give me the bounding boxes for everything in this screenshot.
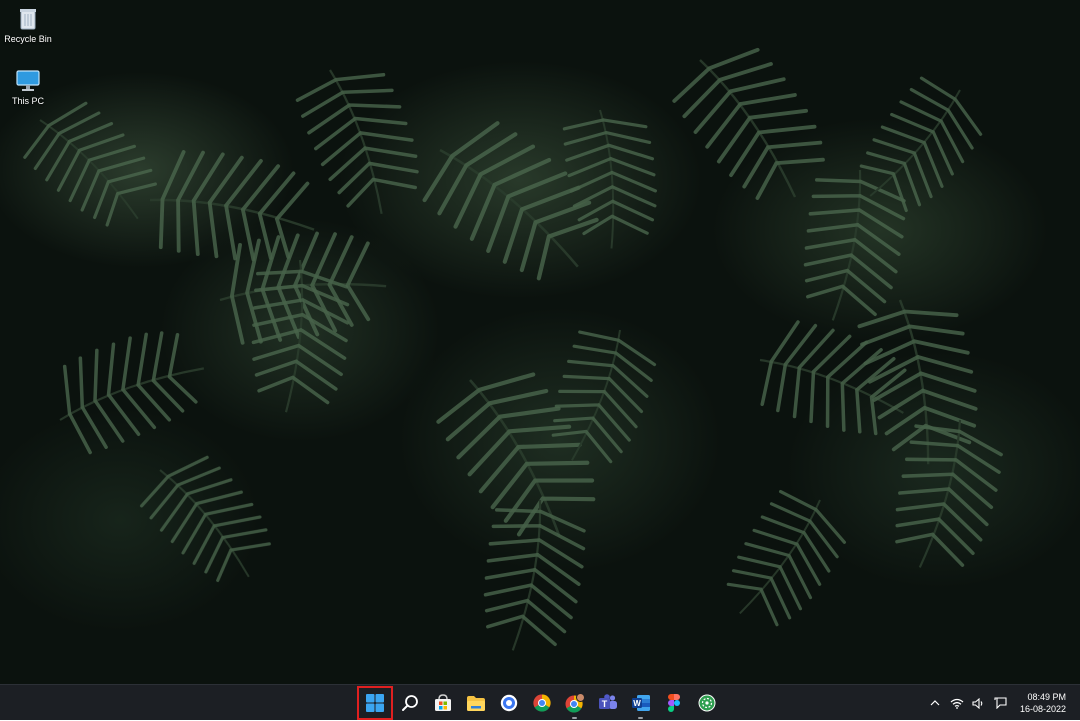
signal-icon (500, 694, 517, 712)
store-icon (434, 694, 451, 711)
desktop-wallpaper: Recycle Bin This PC (0, 0, 1080, 684)
figma-button[interactable] (657, 687, 690, 720)
speaker-icon (972, 697, 983, 709)
palm-fronds-wallpaper (11, 25, 1028, 666)
green-app-icon (698, 694, 715, 712)
svg-text:W: W (633, 699, 641, 708)
volume-button[interactable] (970, 694, 988, 712)
search-icon (401, 695, 418, 711)
show-hidden-icons-button[interactable] (926, 694, 944, 712)
chrome-button[interactable] (525, 687, 558, 720)
svg-text:T: T (601, 699, 607, 709)
this-pc-icon (16, 70, 40, 91)
this-pc-label: This PC (11, 96, 44, 106)
word-icon: W (631, 695, 650, 711)
teams-button[interactable]: T (591, 687, 624, 720)
store-button[interactable] (426, 687, 459, 720)
clock-date: 16-08-2022 (1019, 704, 1066, 714)
folder-icon (466, 695, 485, 711)
word-button[interactable]: W (624, 687, 657, 720)
recycle-bin-icon (20, 9, 36, 30)
green-app-button[interactable] (690, 687, 723, 720)
clock[interactable]: 08:49 PM 16-08-2022 (1020, 691, 1066, 715)
chrome-profile-icon (565, 693, 585, 713)
network-button[interactable] (948, 694, 966, 712)
search-button[interactable] (393, 687, 426, 720)
running-indicator (638, 716, 643, 719)
signal-button[interactable] (492, 687, 525, 720)
this-pc-shortcut[interactable]: This PC (0, 66, 56, 106)
clock-time: 08:49 PM (1027, 692, 1066, 702)
recycle-bin-shortcut[interactable]: Recycle Bin (0, 4, 56, 44)
teams-icon: T (598, 694, 617, 709)
taskbar: T W 08:49 PM 16-08-2022 (0, 684, 1080, 720)
file-explorer-button[interactable] (459, 687, 492, 720)
chrome-icon (532, 694, 551, 712)
chrome-profile-button[interactable] (558, 687, 591, 720)
running-indicator (572, 716, 577, 719)
chevron-up-icon (930, 700, 940, 706)
figma-icon (667, 694, 680, 712)
windows-logo-icon (366, 694, 384, 712)
notification-icon (994, 697, 1008, 709)
taskbar-apps: T W (357, 685, 723, 721)
wifi-icon (950, 698, 964, 709)
start-button[interactable] (357, 686, 393, 720)
system-tray: 08:49 PM 16-08-2022 (924, 685, 1080, 721)
recycle-bin-label: Recycle Bin (4, 34, 52, 44)
notification-button[interactable] (992, 694, 1010, 712)
